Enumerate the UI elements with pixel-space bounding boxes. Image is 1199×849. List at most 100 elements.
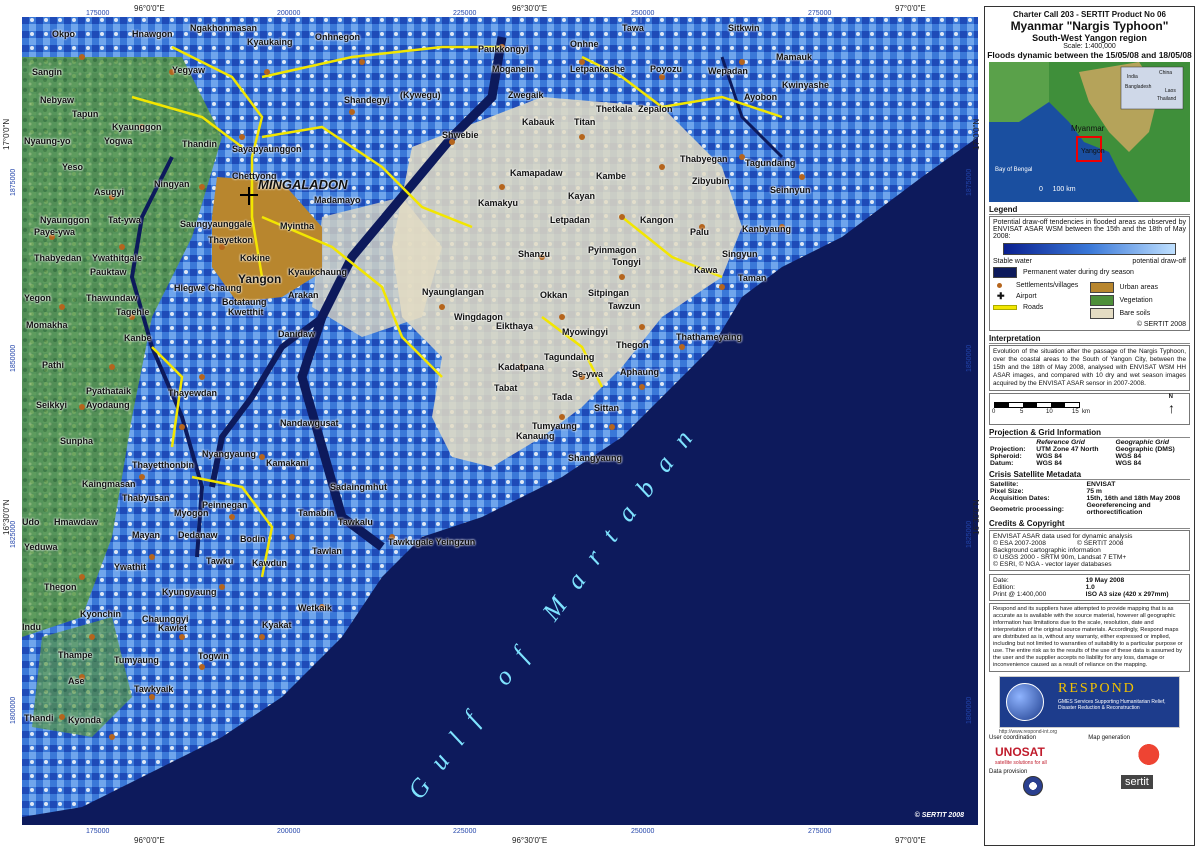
place-label: Okkan	[540, 290, 568, 300]
airport-icon: ✚	[997, 291, 1005, 301]
place-label: Wetkaik	[298, 603, 332, 613]
scale-label: 15	[1072, 409, 1079, 415]
edition-value: 19 May 2008	[1085, 577, 1125, 584]
grid-tick-top: 175000	[86, 10, 110, 17]
place-label: (Kywegu)	[400, 90, 441, 100]
inset-country-label: Laos	[1165, 88, 1176, 94]
place-label: Myintha	[280, 221, 315, 231]
flood-map[interactable]: Okpo Hnawgon Ngakhonmasan Kyaukaing Onhn…	[22, 17, 978, 825]
grid-tick-top: 200000	[277, 10, 301, 17]
place-label: Botataung	[222, 297, 267, 307]
place-label: Thabyedan	[34, 253, 82, 263]
settlement-dot-icon	[997, 283, 1002, 288]
place-label: Yegon	[24, 293, 52, 303]
place-label: Tawkugale Yeingzun	[388, 537, 476, 547]
place-label: Eikthaya	[496, 321, 534, 331]
interpretation-text: Evolution of the situation after the pas…	[989, 345, 1190, 391]
place-label: Tawa	[622, 23, 644, 33]
place-label: Kadatpana	[498, 362, 545, 372]
place-label: Tawlan	[312, 546, 342, 556]
map-copyright: © SERTIT 2008	[914, 812, 964, 819]
place-label: Sadaingmhut	[330, 482, 388, 492]
legend-item: Airport	[1016, 293, 1037, 300]
vegetation-swatch	[1089, 295, 1114, 306]
place-label: Shanzu	[518, 249, 551, 259]
place-label: Kyaukaing	[247, 37, 293, 47]
place-label: Madamayo	[314, 195, 361, 205]
place-label: Zwegaik	[508, 90, 544, 100]
place-label: Palu	[690, 227, 710, 237]
place-label: Nyaung-yo	[24, 136, 71, 146]
grid-tick-right: 1875000	[966, 168, 973, 196]
proj-value: WGS 84	[1036, 460, 1062, 467]
place-label: Tat-ywa	[108, 215, 141, 225]
place-label: Saungyaunggale	[180, 219, 253, 229]
place-label: Yeduwa	[24, 542, 58, 552]
inset-country: Myanmar	[1071, 124, 1105, 133]
place-label: Ase	[68, 676, 85, 686]
place-label: Thandin	[182, 139, 217, 149]
sat-key: Pixel Size:	[990, 488, 1024, 495]
place-label: Kyaunggon	[112, 122, 162, 132]
grid-tick-bottom: 200000	[277, 828, 301, 835]
grid-tick-bottom: 175000	[86, 828, 110, 835]
place-label: Pathi	[42, 360, 65, 370]
place-label: Thawundaw	[86, 293, 138, 303]
grid-degree-bottom: 96°0'0"E	[134, 836, 165, 845]
place-label: Letpankashe	[570, 64, 626, 74]
grid-degree-bottom: 96°30'0"E	[512, 836, 548, 845]
credit-line: © ESA 2007-2008 © SERTIT 2008	[993, 540, 1124, 547]
proj-value: UTM Zone 47 North	[1036, 446, 1099, 453]
unosat-logo[interactable]: UNOSAT	[995, 745, 1045, 759]
place-label: Yogwa	[104, 136, 133, 146]
legend-item: Roads	[1023, 304, 1044, 311]
place-label: Mamauk	[776, 52, 813, 62]
place-label: Tapun	[72, 109, 99, 119]
sertit-logo[interactable]: sertit	[1121, 774, 1153, 789]
proj-key: Spheroid:	[990, 453, 1022, 460]
place-label: Kamapadaw	[510, 168, 563, 178]
place-label: Tumyaung	[114, 655, 159, 665]
scale-label: 10	[1046, 409, 1053, 415]
place-label: Nyangyaung	[202, 449, 257, 459]
north-arrow-icon: ↑	[1168, 400, 1175, 416]
edition-value: ISO A3 size (420 x 297mm)	[1085, 591, 1169, 598]
place-label: Seikkyi	[36, 400, 68, 410]
place-label: Sitpingan	[588, 288, 629, 298]
grid-tick-right: 1850000	[966, 344, 973, 372]
proj-value: WGS 84	[1115, 460, 1142, 467]
grid-degree-bottom: 97°0'0"E	[895, 836, 926, 845]
place-label: Arakan	[288, 290, 319, 300]
place-label: Okpo	[52, 29, 76, 39]
place-label: Tada	[552, 392, 573, 402]
place-label: Hmawdaw	[54, 517, 99, 527]
place-label: Kyungyaung	[162, 587, 217, 597]
grid-tick-right: 1800000	[966, 696, 973, 724]
grid-tick-top: 275000	[808, 10, 832, 17]
credit-line: ENVISAT ASAR data used for dynamic analy…	[993, 533, 1133, 540]
place-label: Ningyan	[154, 179, 190, 189]
respond-logo[interactable]: RESPOND GMES Services Supporting Humanit…	[999, 675, 1180, 728]
grid-tick-left: 1800000	[10, 696, 17, 724]
place-label: Kyaukchaung	[288, 267, 348, 277]
place-label: Tabat	[494, 383, 518, 393]
scale-unit: km	[1082, 409, 1090, 415]
place-label: Thayewdan	[168, 388, 218, 398]
place-label: Yangon	[238, 272, 282, 286]
place-label: Zibyubin	[692, 176, 730, 186]
place-label: Pauktaw	[90, 267, 127, 277]
place-label: Nandawgusat	[280, 418, 339, 428]
place-label: Nebyaw	[40, 95, 75, 105]
place-label: Thabyusan	[122, 493, 170, 503]
grid-degree-top: 96°30'0"E	[512, 4, 548, 13]
place-label: Indu	[22, 622, 41, 632]
legend-item: Settlements/villages	[1016, 282, 1079, 289]
scale-label: 0	[992, 409, 996, 415]
respond-tagline: GMES Services Supporting Humanitarian Re…	[1058, 698, 1166, 711]
place-label: Tagehle	[116, 307, 150, 317]
legend-intro: Potential draw-off tendencies in flooded…	[993, 219, 1186, 240]
credits-box: ENVISAT ASAR data used for dynamic analy…	[989, 530, 1190, 571]
place-label: Aphaung	[620, 367, 659, 377]
map-subtitle: South-West Yangon region	[1032, 33, 1147, 43]
place-label: Ayobon	[744, 92, 778, 102]
